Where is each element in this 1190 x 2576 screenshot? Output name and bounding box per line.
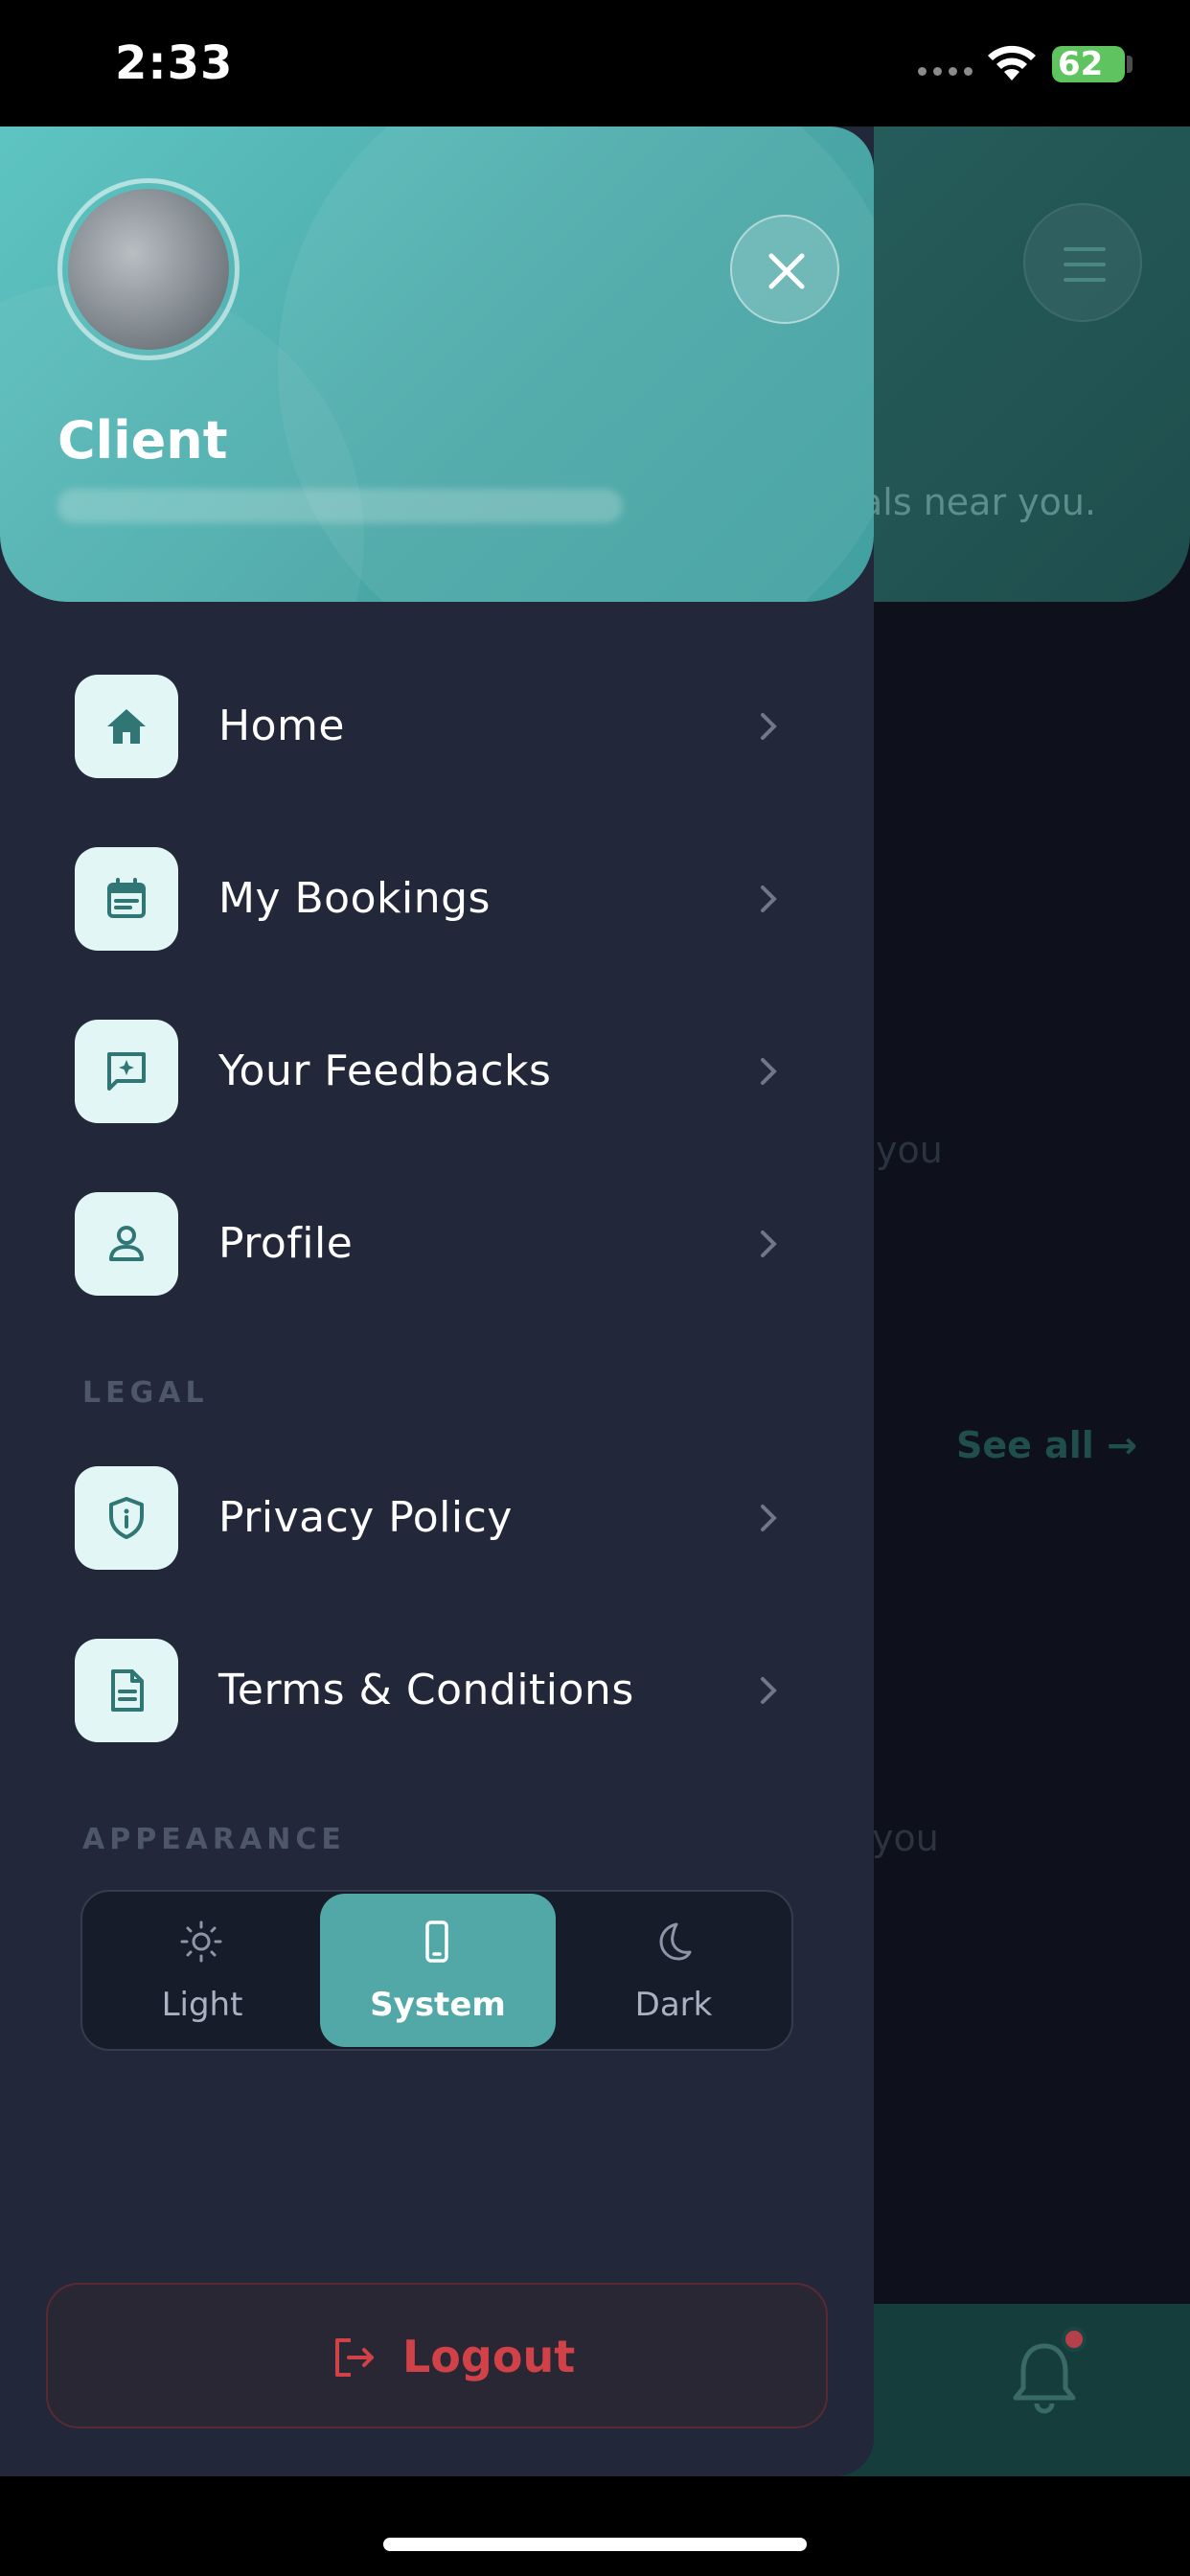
avatar[interactable] xyxy=(57,178,240,360)
menu-item-label: Privacy Policy xyxy=(218,1493,513,1542)
chevron-right-icon xyxy=(761,713,777,740)
drawer-header: Client xyxy=(0,126,874,602)
background-row-text: you xyxy=(876,1129,943,1171)
status-bar: 2:33 62 xyxy=(0,0,1190,126)
background-header-text: als near you. xyxy=(860,481,1097,523)
close-icon xyxy=(768,253,805,289)
theme-option-label: System xyxy=(370,1986,506,2024)
battery-level: 62 xyxy=(1058,45,1104,83)
legal-section-heading: LEGAL xyxy=(82,1376,209,1410)
sun-icon xyxy=(180,1920,222,1963)
chevron-right-icon xyxy=(761,1505,777,1531)
menu-item-home[interactable]: Home xyxy=(75,675,803,778)
menu-item-label: My Bookings xyxy=(218,874,491,923)
status-time: 2:33 xyxy=(115,36,234,90)
logout-label: Logout xyxy=(402,2331,576,2382)
appearance-section-heading: APPEARANCE xyxy=(82,1823,346,1856)
feedback-icon xyxy=(75,1020,178,1123)
theme-option-label: Light xyxy=(161,1986,243,2024)
chevron-right-icon xyxy=(761,1677,777,1704)
navigation-drawer: Client Home My Bookings Your Feedbacks P… xyxy=(0,126,874,2476)
menu-item-terms-conditions[interactable]: Terms & Conditions xyxy=(75,1639,803,1742)
header-decoration xyxy=(278,126,874,602)
chevron-right-icon xyxy=(761,886,777,912)
background-row-text: you xyxy=(872,1817,939,1859)
wifi-icon xyxy=(988,45,1036,80)
chevron-right-icon xyxy=(761,1230,777,1257)
phone-icon xyxy=(425,1920,448,1963)
see-all-link: See all → xyxy=(956,1424,1137,1466)
logout-icon xyxy=(335,2338,374,2377)
avatar-image xyxy=(68,189,229,350)
menu-item-your-feedbacks[interactable]: Your Feedbacks xyxy=(75,1020,803,1123)
chevron-right-icon xyxy=(761,1058,777,1085)
home-indicator xyxy=(383,2538,807,2551)
home-icon xyxy=(75,675,178,778)
moon-icon xyxy=(659,1922,692,1961)
signal-icon xyxy=(918,67,973,76)
person-icon xyxy=(75,1192,178,1296)
user-email-blurred xyxy=(57,489,623,523)
menu-item-my-bookings[interactable]: My Bookings xyxy=(75,847,803,951)
hamburger-menu-icon xyxy=(1023,203,1142,322)
menu-item-privacy-policy[interactable]: Privacy Policy xyxy=(75,1466,803,1570)
menu-item-profile[interactable]: Profile xyxy=(75,1192,803,1296)
close-button[interactable] xyxy=(730,215,839,324)
theme-option-system[interactable]: System xyxy=(320,1894,556,2047)
notification-dot xyxy=(1062,2327,1087,2352)
theme-option-light[interactable]: Light xyxy=(84,1894,320,2047)
menu-item-label: Terms & Conditions xyxy=(218,1666,634,1714)
calendar-icon xyxy=(75,847,178,951)
battery-tip xyxy=(1127,56,1133,73)
theme-selector: Light System Dark xyxy=(80,1890,793,2051)
document-icon xyxy=(75,1639,178,1742)
menu-item-label: Your Feedbacks xyxy=(218,1046,552,1095)
menu-item-label: Profile xyxy=(218,1219,354,1268)
shield-icon xyxy=(75,1466,178,1570)
menu-item-label: Home xyxy=(218,702,345,750)
theme-option-dark[interactable]: Dark xyxy=(556,1894,791,2047)
user-name: Client xyxy=(57,410,228,471)
theme-option-label: Dark xyxy=(634,1986,713,2024)
logout-button[interactable]: Logout xyxy=(46,2283,828,2428)
